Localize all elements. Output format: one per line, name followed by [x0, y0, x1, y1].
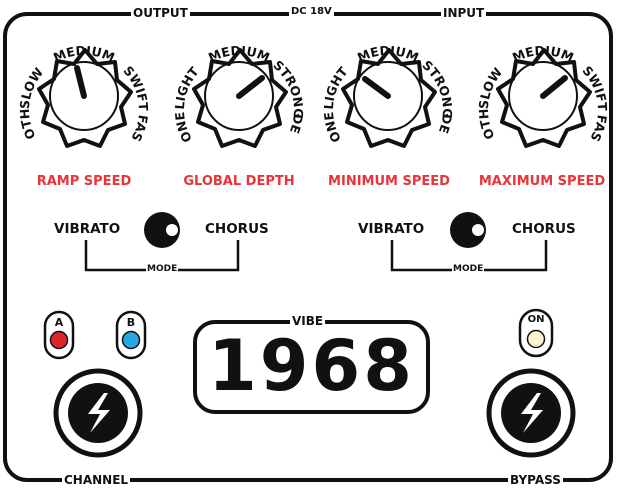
knob-label-global-depth: GLOBAL DEPTH	[183, 174, 295, 189]
display-value: 1968	[208, 325, 415, 407]
switch-right-chorus-label: CHORUS	[512, 221, 576, 237]
led-a-label: A	[54, 316, 64, 329]
led-b-label: B	[126, 316, 136, 329]
knob-label-maximum-speed: MAXIMUM SPEED	[478, 174, 606, 189]
pedal-graphics: SLOTHSLOWMEDIUMSWIFTFASTNONELIGHTMEDIUMS…	[0, 0, 613, 482]
knob-maximum-speed[interactable]	[496, 48, 592, 148]
footswitch-bypass[interactable]	[486, 368, 576, 458]
switch-left-vibrato-label: VIBRATO	[54, 221, 121, 237]
knob-ramp-speed[interactable]	[37, 48, 133, 148]
switch-left-chorus-label: CHORUS	[205, 221, 269, 237]
bypass-label: BYPASS	[508, 473, 563, 487]
led-on-label: ON	[527, 314, 545, 325]
mode-right-label: MODE	[452, 264, 485, 274]
mode-toggle-right[interactable]	[450, 212, 486, 248]
mode-toggle-left[interactable]	[144, 212, 180, 248]
footswitch-channel[interactable]	[53, 368, 143, 458]
channel-label: CHANNEL	[62, 473, 131, 487]
knob-minimum-speed[interactable]	[341, 48, 437, 148]
switch-right-vibrato-label: VIBRATO	[358, 221, 425, 237]
output-jack-label: OUTPUT	[131, 6, 190, 20]
knob-label-ramp-speed: RAMP SPEED	[36, 174, 132, 189]
input-jack-label: INPUT	[441, 6, 487, 20]
power-jack-label: DC 18V	[289, 6, 334, 17]
knob-global-depth[interactable]	[192, 48, 288, 148]
mode-left-label: MODE	[146, 264, 179, 274]
knob-label-minimum-speed: MINIMUM SPEED	[328, 174, 450, 189]
